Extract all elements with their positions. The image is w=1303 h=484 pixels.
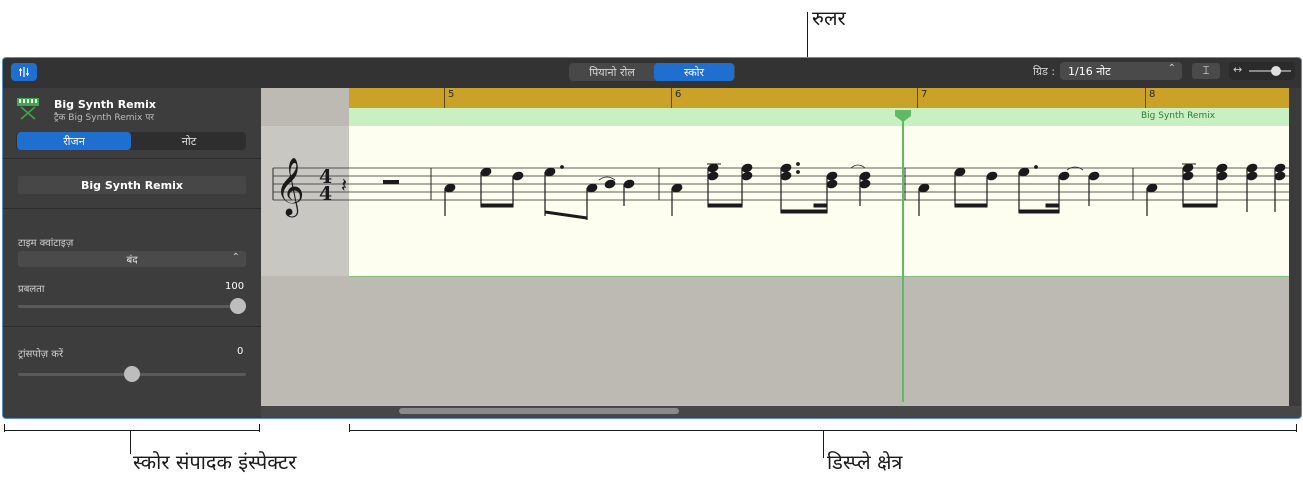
quarter-rest: 𝄽	[341, 173, 347, 197]
transpose-label: ट्रांसपोज़ करें	[18, 349, 64, 360]
grid-value-select[interactable]: 1/16 नोट ⌃	[1060, 62, 1182, 80]
divider	[3, 158, 261, 159]
half-rest	[383, 180, 399, 184]
horizontal-zoom-icon: ↔	[1233, 63, 1243, 76]
grid-label: ग्रिड :	[1033, 65, 1056, 78]
measure-notes	[671, 162, 871, 216]
playhead-line[interactable]	[902, 110, 904, 402]
time-quantize-label: टाइम क्वांटाइज़	[18, 238, 74, 249]
horizontal-scrollbar[interactable]	[261, 406, 1301, 418]
strength-slider-knob[interactable]	[230, 298, 246, 314]
catch-icon: ⌶	[1202, 64, 1210, 77]
measure-notes	[1146, 163, 1286, 216]
horizontal-scrollbar-thumb[interactable]	[399, 408, 679, 414]
treble-clef-icon: 𝄞	[275, 157, 305, 218]
score-inspector: Big Synth Remix ट्रैक Big Synth Remix पर…	[3, 88, 261, 418]
score-staff[interactable]: 𝄞 4 4 𝄽	[261, 88, 1289, 278]
inspector-icon	[17, 63, 31, 82]
inspector-callout-stem	[130, 430, 131, 454]
score-tab[interactable]: स्कोर	[654, 63, 734, 81]
strength-slider-track[interactable]	[18, 305, 246, 308]
right-gutter	[1289, 88, 1301, 406]
toolbar: पियानो रोल स्कोर ग्रिड : 1/16 नोट ⌃ ⌶ ↔	[3, 58, 1301, 88]
score-editor-window: पियानो रोल स्कोर ग्रिड : 1/16 नोट ⌃ ⌶ ↔	[2, 57, 1302, 419]
playhead-handle-icon[interactable]	[894, 108, 912, 127]
region-name-field[interactable]: Big Synth Remix	[18, 176, 246, 194]
score-display-area[interactable]: 5 6 7 8 Big Synth Remix 𝄞 4 4 �	[261, 88, 1301, 418]
transpose-slider-knob[interactable]	[124, 366, 140, 382]
measure-notes	[918, 165, 1100, 216]
inspector-toggle-button[interactable]	[11, 63, 37, 81]
divider	[3, 326, 261, 327]
display-bracket-right	[1296, 424, 1297, 432]
piano-roll-tab[interactable]: पियानो रोल	[571, 63, 653, 81]
updown-chevron-icon: ⌃	[1167, 63, 1176, 74]
grid-value: 1/16 नोट	[1068, 64, 1111, 78]
software-instrument-icon	[16, 96, 40, 124]
display-bracket-left	[349, 424, 350, 432]
inspector-bracket-left	[4, 424, 5, 432]
time-quantize-value: बंद	[126, 255, 138, 266]
inspector-bracket-right	[259, 424, 260, 432]
zoom-track	[1249, 70, 1291, 72]
region-subtitle: ट्रैक Big Synth Remix पर	[54, 113, 155, 123]
horizontal-zoom-slider[interactable]: ↔	[1229, 62, 1295, 80]
tab-note[interactable]: नोट	[132, 132, 246, 150]
divider	[3, 208, 261, 209]
ruler-callout-label: रुलर	[812, 6, 846, 30]
display-callout-stem	[823, 430, 824, 458]
updown-chevron-icon: ⌃	[231, 252, 240, 263]
inspector-callout-label: स्कोर संपादक इंस्पेक्टर	[133, 450, 297, 474]
catch-playhead-button[interactable]: ⌶	[1192, 63, 1220, 79]
zoom-knob[interactable]	[1271, 66, 1281, 76]
tab-region[interactable]: रीजन	[17, 132, 131, 150]
time-quantize-select[interactable]: बंद ⌃	[18, 251, 246, 267]
inspector-tabs: रीजन नोट	[16, 132, 246, 150]
strength-label: प्रबलता	[18, 284, 45, 295]
transpose-value: 0	[237, 346, 244, 357]
inspector-bracket-line	[4, 430, 260, 431]
strength-value: 100	[225, 281, 245, 292]
time-signature-bottom: 4	[319, 183, 332, 205]
display-callout-label: डिस्प्ले क्षेत्र	[827, 450, 903, 474]
measure-notes	[444, 165, 635, 220]
